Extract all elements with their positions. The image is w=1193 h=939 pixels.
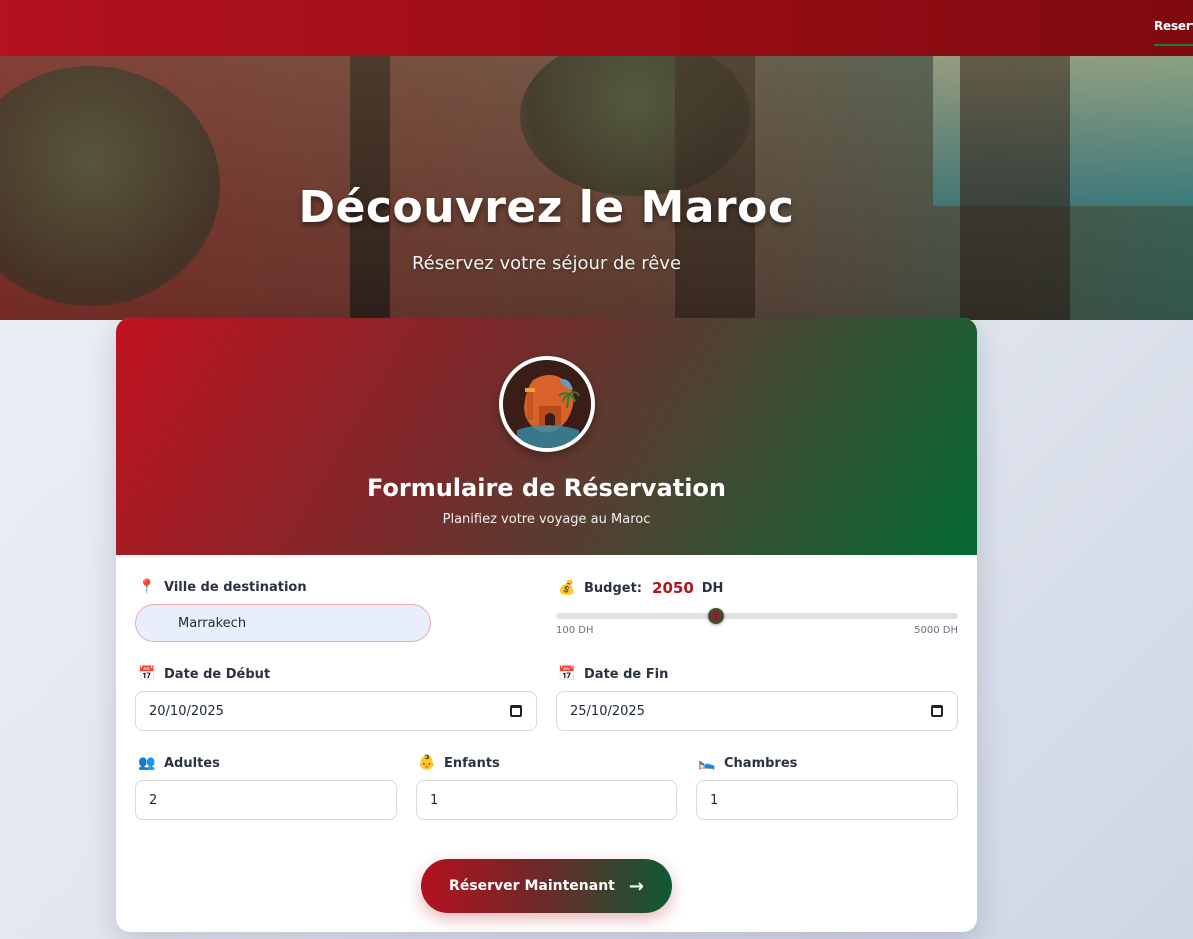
budget-label-text: Budget: — [584, 580, 643, 596]
calendar-icon: 📅 — [138, 666, 156, 682]
start-date-label: 📅 Date de Début — [138, 666, 270, 682]
children-label: 👶 Enfants — [418, 755, 500, 771]
hero-subtitle: Réservez votre séjour de rêve — [411, 253, 682, 274]
rooms-value: 1 — [710, 792, 719, 808]
city-select[interactable]: Marrakech — [135, 604, 431, 642]
nav-link-reservation[interactable]: Reserv — [1154, 19, 1193, 33]
submit-reservation-button[interactable]: Réserver Maintenant → — [421, 859, 672, 913]
budget-unit: DH — [701, 580, 724, 596]
calendar-picker-icon[interactable] — [510, 705, 522, 717]
children-input[interactable]: 1 — [416, 780, 677, 820]
rooms-label: 🛌 Chambres — [698, 755, 797, 771]
adults-value: 2 — [149, 792, 158, 808]
calendar-picker-icon[interactable] — [931, 705, 943, 717]
submit-label: Réserver Maintenant — [449, 878, 615, 894]
rooms-label-text: Chambres — [724, 755, 798, 771]
end-date-label-text: Date de Fin — [584, 666, 669, 682]
form-title: Formulaire de Réservation — [366, 474, 727, 502]
start-date-label-text: Date de Début — [164, 666, 271, 682]
children-label-text: Enfants — [444, 755, 500, 771]
start-date-input[interactable]: 20/10/2025 — [135, 691, 537, 731]
arrow-right-icon: → — [628, 875, 644, 897]
rooms-input[interactable]: 1 — [696, 780, 958, 820]
children-value: 1 — [430, 792, 439, 808]
adults-label: 👥 Adultes — [138, 755, 220, 771]
top-navbar: Reserv — [0, 0, 1193, 56]
end-date-label: 📅 Date de Fin — [558, 666, 668, 682]
pin-icon: 📍 — [138, 579, 156, 595]
start-date-value: 20/10/2025 — [149, 703, 224, 719]
bed-icon: 🛌 — [698, 755, 716, 771]
adults-label-text: Adultes — [164, 755, 220, 771]
calendar-icon: 📅 — [558, 666, 576, 682]
hero-title: Découvrez le Maroc — [298, 182, 795, 233]
city-label: 📍 Ville de destination — [138, 579, 307, 595]
budget-label: 💰 Budget: 2050 DH — [558, 579, 723, 597]
end-date-input[interactable]: 25/10/2025 — [556, 691, 958, 731]
budget-value: 2050 — [652, 579, 694, 597]
people-icon: 👥 — [138, 755, 156, 771]
budget-slider-thumb[interactable] — [707, 608, 724, 624]
budget-min-label: 100 DH — [556, 625, 594, 636]
morocco-logo-icon — [499, 356, 595, 452]
hero-banner: Découvrez le Maroc Réservez votre séjour… — [0, 56, 1193, 320]
form-subtitle: Planifiez votre voyage au Maroc — [442, 512, 651, 527]
budget-slider-track[interactable] — [556, 613, 958, 619]
city-value: Marrakech — [178, 615, 247, 631]
adults-input[interactable]: 2 — [135, 780, 397, 820]
reservation-card: Formulaire de Réservation Planifiez votr… — [116, 318, 977, 932]
card-header: Formulaire de Réservation Planifiez votr… — [116, 318, 977, 555]
baby-icon: 👶 — [418, 755, 436, 771]
end-date-value: 25/10/2025 — [570, 703, 645, 719]
money-bag-icon: 💰 — [558, 580, 576, 596]
budget-max-label: 5000 DH — [914, 625, 958, 636]
city-label-text: Ville de destination — [164, 579, 307, 595]
nav-active-indicator — [1154, 44, 1193, 46]
